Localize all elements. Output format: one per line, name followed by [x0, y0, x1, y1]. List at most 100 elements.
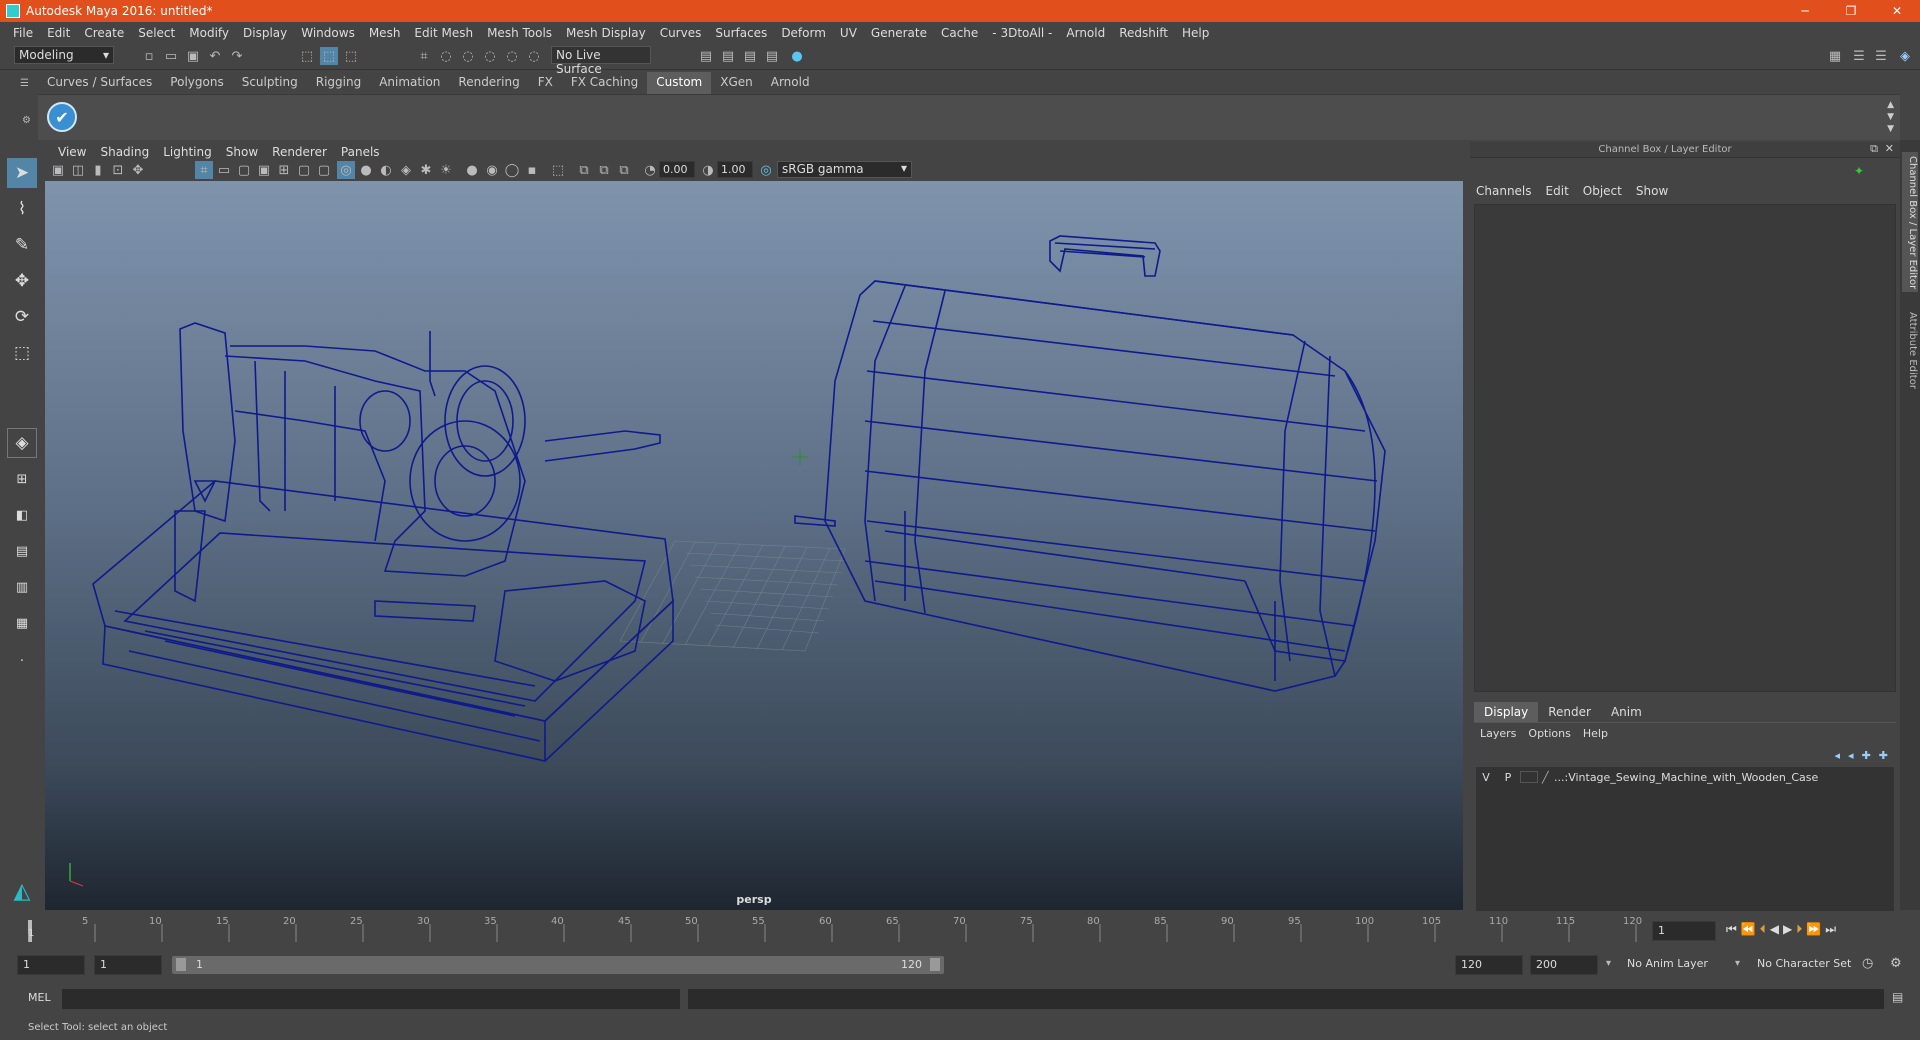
snap-curve-icon[interactable]: ◌ [437, 47, 455, 65]
snap-point-icon[interactable]: ◌ [459, 47, 477, 65]
channel-box-side-tab[interactable]: Channel Box / Layer Editor [1902, 152, 1918, 292]
tool-settings-icon[interactable]: ☰ [1872, 47, 1890, 65]
undo-icon[interactable]: ↶ [206, 47, 224, 65]
snap-view-icon[interactable]: ◌ [481, 47, 499, 65]
manipulator-icon[interactable]: ✦ [1854, 164, 1864, 178]
camera-attr-icon[interactable]: ◫ [69, 161, 87, 179]
menu-edit-mesh[interactable]: Edit Mesh [407, 26, 480, 40]
move-layer-up-icon[interactable]: ◂ [1835, 749, 1841, 762]
wireframe-icon[interactable]: ◎ [337, 161, 355, 179]
safe-action-icon[interactable]: ▢ [295, 161, 313, 179]
color-management-icon[interactable]: ◎ [757, 161, 775, 179]
checkmark-shelf-icon[interactable]: ✔ [47, 102, 77, 132]
paint-select-icon[interactable]: ✎ [7, 230, 37, 260]
tab-xgen[interactable]: XGen [711, 72, 762, 94]
render-settings-icon[interactable]: ▤ [763, 47, 781, 65]
shelf-menu-icon[interactable]: ☰ [20, 78, 32, 90]
restore-button[interactable]: ❐ [1828, 0, 1874, 22]
tab-fx[interactable]: FX [529, 72, 562, 94]
colorspace-dropdown[interactable]: sRGB gamma ▾ [777, 161, 912, 178]
use-lights-icon[interactable]: ✱ [417, 161, 435, 179]
character-set-dropdown[interactable]: No Character Set [1752, 955, 1872, 975]
preferences-icon[interactable]: ⚙ [1890, 956, 1902, 971]
grid-icon[interactable]: ⌗ [195, 161, 213, 179]
snap-vertex-icon[interactable]: ◌ [525, 47, 543, 65]
live-surface-field[interactable]: No Live Surface [551, 46, 651, 76]
tab-display[interactable]: Display [1474, 702, 1539, 722]
new-layer-selected-icon[interactable]: ✚ [1879, 749, 1888, 762]
range-end-handle[interactable] [930, 958, 940, 971]
playback-end-field[interactable]: 120 [1455, 955, 1523, 975]
vp-menu-view[interactable]: View [51, 145, 93, 159]
field-chart-icon[interactable]: ⊞ [275, 161, 293, 179]
menu-select[interactable]: Select [131, 26, 182, 40]
play-forwards-icon[interactable]: ▶ [1783, 922, 1792, 937]
isolate-select-icon[interactable]: ⬚ [549, 161, 567, 179]
layer-visibility-toggle[interactable]: V [1476, 771, 1496, 784]
move-layer-down-icon[interactable]: ◂ [1848, 749, 1854, 762]
two-view-layout-icon[interactable]: ◧ [7, 500, 37, 530]
snap-surface-icon[interactable]: ◌ [503, 47, 521, 65]
textured-icon[interactable]: ◈ [397, 161, 415, 179]
step-back-icon[interactable]: ⏪ [1741, 922, 1756, 937]
playback-start-field[interactable]: 1 [94, 955, 162, 975]
start-time-field[interactable]: 1 [17, 955, 85, 975]
channel-list[interactable] [1474, 204, 1896, 692]
menu-curves[interactable]: Curves [653, 26, 709, 40]
float-panel-icon[interactable]: ⧉ [1870, 142, 1878, 156]
hypershade-layout-icon[interactable]: ▦ [7, 608, 37, 638]
select-hierarchy-icon[interactable]: ⬚ [298, 47, 316, 65]
mode-dropdown[interactable]: Modeling ▾ [14, 46, 114, 64]
tab-arnold[interactable]: Arnold [762, 72, 819, 94]
vp-menu-panels[interactable]: Panels [334, 145, 387, 159]
menu-display[interactable]: Display [236, 26, 294, 40]
time-slider[interactable]: 1 5 10 15 20 25 30 35 40 45 50 55 60 65 … [0, 914, 1920, 948]
redo-icon[interactable]: ↷ [228, 47, 246, 65]
perspective-viewport[interactable]: persp [45, 181, 1463, 910]
step-forward-key-icon[interactable]: ⏵ [1796, 922, 1802, 937]
gate-mask-icon[interactable]: ▣ [255, 161, 273, 179]
ambient-occlusion-icon[interactable]: ● [463, 161, 481, 179]
hypershade-icon[interactable]: ● [788, 47, 806, 65]
menu-arnold[interactable]: Arnold [1059, 26, 1112, 40]
layer-playback-toggle[interactable]: P [1496, 771, 1520, 784]
tab-sculpting[interactable]: Sculpting [233, 72, 307, 94]
shelf-settings-icon[interactable]: ⚙ [22, 115, 32, 126]
new-layer-icon[interactable]: ✚ [1862, 749, 1871, 762]
script-editor-icon[interactable]: ▤ [1892, 990, 1903, 1004]
shelf-scroll-icon[interactable]: ▲ ▼ ▼ [1887, 99, 1894, 135]
step-forward-icon[interactable]: ⏩ [1806, 922, 1821, 937]
graph-layout-icon[interactable]: ▥ [7, 572, 37, 602]
range-start-handle[interactable] [176, 958, 186, 971]
xray-components-icon[interactable]: ⧉ [615, 161, 633, 179]
chevron-down-icon[interactable]: ▾ [1606, 958, 1611, 969]
tab-fx-caching[interactable]: FX Caching [562, 72, 647, 94]
tab-curves-surfaces[interactable]: Curves / Surfaces [38, 72, 161, 94]
depth-of-field-icon[interactable]: ▪ [523, 161, 541, 179]
scale-tool-icon[interactable]: ⬚ [7, 338, 37, 368]
four-view-layout-icon[interactable]: ⊞ [7, 464, 37, 494]
anim-layer-dropdown[interactable]: No Anim Layer [1622, 955, 1732, 975]
menu-mesh[interactable]: Mesh [362, 26, 408, 40]
play-backwards-icon[interactable]: ◀ [1770, 922, 1779, 937]
tab-render[interactable]: Render [1538, 702, 1601, 722]
le-menu-layers[interactable]: Layers [1480, 727, 1516, 740]
menu-cache[interactable]: Cache [934, 26, 985, 40]
xray-joints-icon[interactable]: ⧉ [595, 161, 613, 179]
tab-custom[interactable]: Custom [647, 72, 712, 94]
go-to-end-icon[interactable]: ⏭ [1825, 922, 1836, 937]
vp-menu-lighting[interactable]: Lighting [156, 145, 219, 159]
close-button[interactable]: ✕ [1874, 0, 1920, 22]
select-object-icon[interactable]: ⬚ [320, 47, 338, 65]
smooth-shade-icon[interactable]: ● [357, 161, 375, 179]
shadows-icon[interactable]: ☀ [437, 161, 455, 179]
rotate-tool-icon[interactable]: ⟳ [7, 302, 37, 332]
menu-3dtoall[interactable]: - 3DtoAll - [985, 26, 1059, 40]
save-scene-icon[interactable]: ▣ [184, 47, 202, 65]
snap-grid-icon[interactable]: ⌗ [415, 47, 433, 65]
auto-key-icon[interactable]: ◷ [1862, 956, 1873, 971]
step-back-key-icon[interactable]: ⏴ [1760, 922, 1766, 937]
motion-blur-icon[interactable]: ◉ [483, 161, 501, 179]
close-panel-icon[interactable]: ✕ [1885, 142, 1894, 155]
workspace-icon[interactable]: ▦ [1826, 47, 1844, 65]
